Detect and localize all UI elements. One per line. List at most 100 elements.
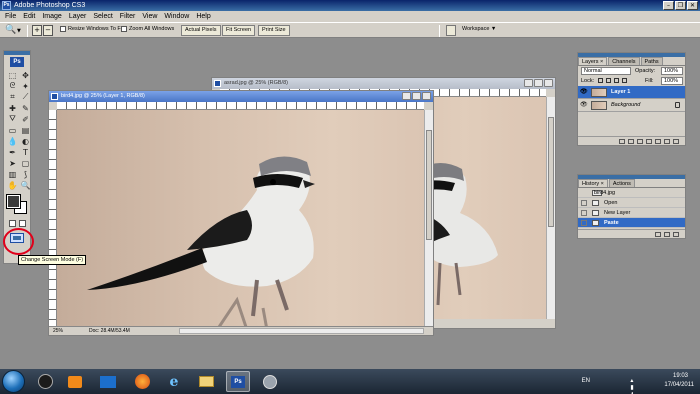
language-indicator[interactable]: EN bbox=[582, 378, 590, 384]
hand-tool-icon[interactable]: ✋ bbox=[7, 180, 18, 190]
menu-layer[interactable]: Layer bbox=[67, 11, 92, 22]
add-mask-icon[interactable] bbox=[637, 138, 643, 144]
fit-screen-button[interactable]: Fit Screen bbox=[222, 25, 256, 36]
standard-mode-icon[interactable] bbox=[9, 220, 16, 227]
type-tool-icon[interactable]: T bbox=[20, 147, 31, 157]
quick-mask-icon[interactable] bbox=[19, 220, 26, 227]
tray-icons[interactable]: ▴ ▮ ◖ bbox=[630, 377, 636, 394]
maximize-button[interactable] bbox=[534, 79, 543, 87]
taskbar-app-icon[interactable] bbox=[96, 371, 120, 392]
app-icon[interactable] bbox=[258, 371, 282, 392]
lock-all-icon[interactable] bbox=[622, 78, 627, 83]
history-state[interactable]: Open bbox=[578, 198, 685, 208]
menu-edit[interactable]: Edit bbox=[21, 11, 40, 22]
shape-tool-icon[interactable]: ▢ bbox=[20, 158, 31, 168]
new-group-icon[interactable] bbox=[655, 138, 661, 144]
history-snapshot[interactable]: bird4.jpg bbox=[578, 188, 685, 198]
media-player-icon[interactable] bbox=[63, 371, 87, 392]
layer-row[interactable]: 👁 Background bbox=[578, 99, 685, 112]
hp-icon[interactable] bbox=[33, 371, 57, 392]
document-title-bar[interactable]: asrad.jpg @ 25% (RGB/8) bbox=[212, 78, 555, 89]
layer-row[interactable]: 👁 Layer 1 bbox=[578, 86, 685, 99]
slice-tool-icon[interactable]: ⟋ bbox=[20, 92, 31, 102]
actual-pixels-button[interactable]: Actual Pixels bbox=[181, 25, 221, 36]
photoshop-taskbar-icon[interactable]: Ps bbox=[226, 371, 250, 392]
trash-icon[interactable] bbox=[673, 138, 679, 144]
clock-time[interactable]: 19:03 bbox=[673, 373, 688, 379]
history-brush-source-icon[interactable] bbox=[581, 210, 587, 216]
toolbox-grip[interactable] bbox=[4, 51, 30, 55]
menu-help[interactable]: Help bbox=[194, 11, 215, 22]
new-layer-icon[interactable] bbox=[664, 138, 670, 144]
menu-file[interactable]: File bbox=[3, 11, 21, 22]
resize-windows-checkbox[interactable]: Resize Windows To Fit bbox=[60, 26, 124, 32]
adjustment-layer-icon[interactable] bbox=[646, 138, 652, 144]
history-state[interactable]: New Layer bbox=[578, 208, 685, 218]
maximize-button[interactable] bbox=[412, 92, 421, 100]
vertical-scrollbar[interactable] bbox=[546, 97, 555, 319]
workspace-icon[interactable] bbox=[446, 25, 456, 36]
history-brush-source-icon[interactable] bbox=[581, 220, 587, 226]
start-button[interactable] bbox=[2, 370, 25, 393]
vertical-scrollbar[interactable] bbox=[424, 110, 433, 326]
layer-style-icon[interactable] bbox=[628, 138, 634, 144]
folder-icon[interactable] bbox=[194, 371, 218, 392]
menu-filter[interactable]: Filter bbox=[118, 11, 141, 22]
zoom-out-icon[interactable]: − bbox=[43, 25, 53, 36]
zoom-tool-icon[interactable]: 🔍 bbox=[5, 25, 16, 35]
eye-icon[interactable]: 👁 bbox=[580, 102, 588, 109]
restore-button[interactable]: ❐ bbox=[675, 1, 686, 10]
lasso-tool-icon[interactable]: ᘓ bbox=[7, 81, 18, 91]
notes-tool-icon[interactable]: ▥ bbox=[7, 169, 18, 179]
document-window-bird4[interactable]: bird4.jpg @ 25% (Layer 1, RGB/8) 25% Doc… bbox=[48, 90, 434, 336]
history-brush-tool-icon[interactable]: ✐ bbox=[20, 114, 31, 124]
new-document-icon[interactable] bbox=[655, 231, 661, 237]
foreground-color-swatch[interactable] bbox=[6, 194, 21, 209]
horizontal-scrollbar[interactable] bbox=[179, 328, 424, 334]
tab-layers[interactable]: Layers × bbox=[578, 57, 608, 65]
minimize-button[interactable]: – bbox=[663, 1, 674, 10]
lock-position-icon[interactable] bbox=[614, 78, 619, 83]
document-title-bar[interactable]: bird4.jpg @ 25% (Layer 1, RGB/8) bbox=[49, 91, 433, 102]
history-brush-source-icon[interactable] bbox=[581, 200, 587, 206]
tab-paths[interactable]: Paths bbox=[640, 57, 663, 65]
scrollbar-thumb[interactable] bbox=[426, 130, 432, 240]
marquee-tool-icon[interactable]: ⬚ bbox=[7, 70, 18, 80]
move-tool-icon[interactable]: ✥ bbox=[20, 70, 31, 80]
link-layers-icon[interactable] bbox=[619, 138, 625, 144]
menu-image[interactable]: Image bbox=[40, 11, 66, 22]
chevron-down-icon[interactable]: ▼ bbox=[17, 28, 21, 34]
zoom-in-icon[interactable]: + bbox=[32, 25, 42, 36]
pen-tool-icon[interactable]: ✒ bbox=[7, 147, 18, 157]
internet-explorer-icon[interactable]: e bbox=[162, 371, 186, 392]
zoom-tool-icon[interactable]: 🔍 bbox=[20, 180, 31, 190]
minimize-button[interactable] bbox=[402, 92, 411, 100]
tab-channels[interactable]: Channels bbox=[608, 57, 640, 65]
eye-icon[interactable]: 👁 bbox=[580, 89, 588, 96]
eyedropper-tool-icon[interactable]: ⟆ bbox=[20, 169, 31, 179]
photoshop-logo[interactable]: Ps bbox=[10, 57, 24, 67]
clock-date[interactable]: 17/04/2011 bbox=[664, 382, 694, 388]
close-button[interactable]: ✕ bbox=[687, 1, 698, 10]
blur-tool-icon[interactable]: 💧 bbox=[7, 136, 18, 146]
brush-tool-icon[interactable]: ✎ bbox=[20, 103, 31, 113]
camera-icon[interactable] bbox=[664, 231, 670, 237]
document-canvas[interactable] bbox=[57, 110, 424, 326]
healing-brush-tool-icon[interactable]: ✚ bbox=[7, 103, 18, 113]
blend-mode-select[interactable]: Normal bbox=[581, 67, 631, 75]
magic-wand-tool-icon[interactable]: ✦ bbox=[20, 81, 31, 91]
minimize-button[interactable] bbox=[524, 79, 533, 87]
trash-icon[interactable] bbox=[673, 231, 679, 237]
lock-transparency-icon[interactable] bbox=[598, 78, 603, 83]
zoom-level[interactable]: 25% bbox=[53, 327, 63, 335]
gradient-tool-icon[interactable]: ▤ bbox=[20, 125, 31, 135]
print-size-button[interactable]: Print Size bbox=[258, 25, 290, 36]
crop-tool-icon[interactable]: ⌗ bbox=[7, 92, 18, 102]
close-button[interactable] bbox=[544, 79, 553, 87]
zoom-all-windows-checkbox[interactable]: Zoom All Windows bbox=[121, 26, 174, 32]
workspace-menu[interactable]: Workspace ▼ bbox=[462, 26, 496, 32]
close-button[interactable] bbox=[422, 92, 431, 100]
eraser-tool-icon[interactable]: ▭ bbox=[7, 125, 18, 135]
fill-input[interactable]: 100% bbox=[661, 77, 683, 85]
path-selection-tool-icon[interactable]: ➤ bbox=[7, 158, 18, 168]
